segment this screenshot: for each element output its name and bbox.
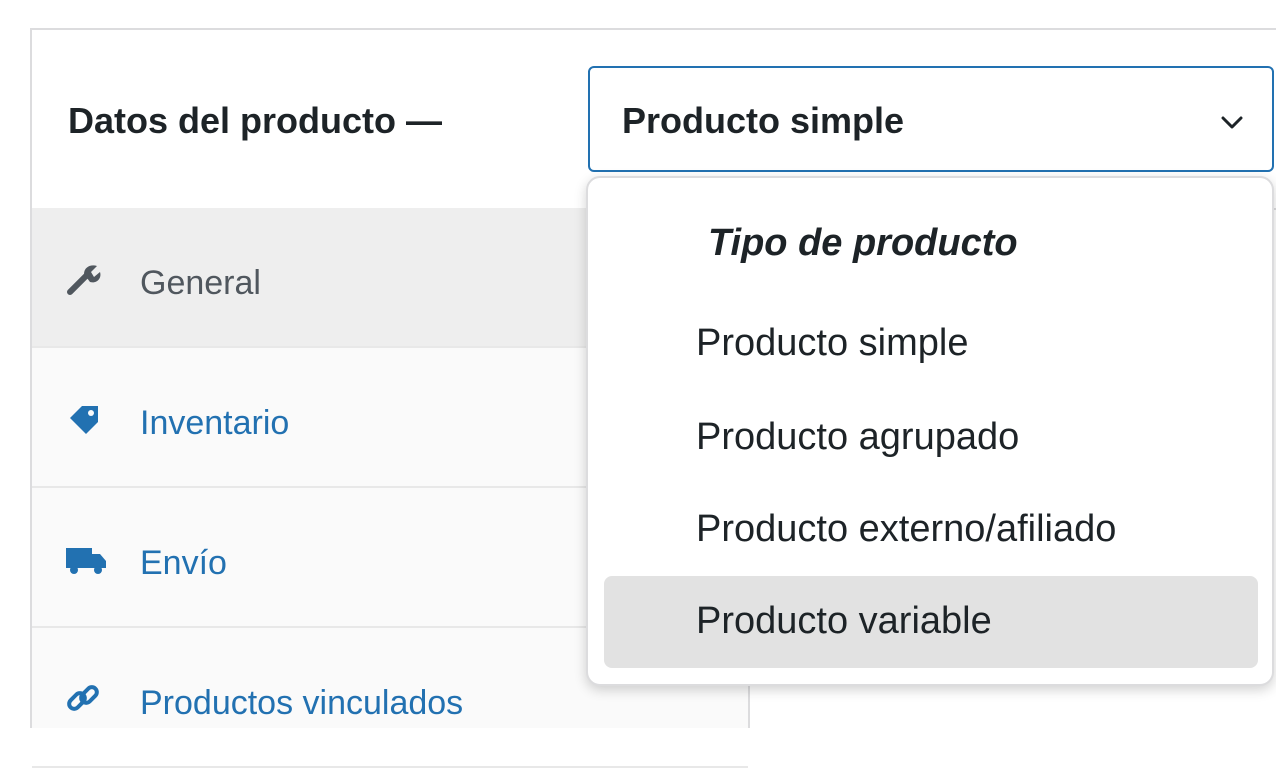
product-type-select[interactable]: Producto simple [588, 66, 1274, 172]
chevron-down-icon [1221, 116, 1243, 129]
tab-envio-label: Envío [140, 544, 227, 582]
truck-icon [66, 548, 106, 574]
option-producto-variable[interactable]: Producto variable [604, 576, 1258, 668]
tag-icon [70, 406, 98, 434]
dropdown-group-label: Tipo de producto [708, 222, 1018, 264]
option-producto-agrupado[interactable]: Producto agrupado [604, 392, 1258, 484]
option-label: Producto simple [696, 322, 969, 364]
product-type-dropdown: Tipo de producto Producto simple Product… [586, 176, 1274, 686]
link-icon [67, 685, 99, 711]
product-type-select-value: Producto simple [622, 100, 905, 141]
option-label: Producto agrupado [696, 416, 1020, 458]
tab-general-label: General [140, 264, 261, 302]
option-label: Producto variable [696, 600, 992, 642]
product-data-title: Datos del producto — [68, 100, 443, 141]
option-producto-simple[interactable]: Producto simple [604, 298, 1258, 390]
option-producto-externo[interactable]: Producto externo/afiliado [604, 484, 1258, 576]
wrench-icon [67, 265, 101, 295]
tab-inventario-label: Inventario [140, 404, 290, 442]
tab-productos-vinculados-label: Productos vinculados [140, 684, 464, 722]
option-label: Producto externo/afiliado [696, 508, 1117, 550]
